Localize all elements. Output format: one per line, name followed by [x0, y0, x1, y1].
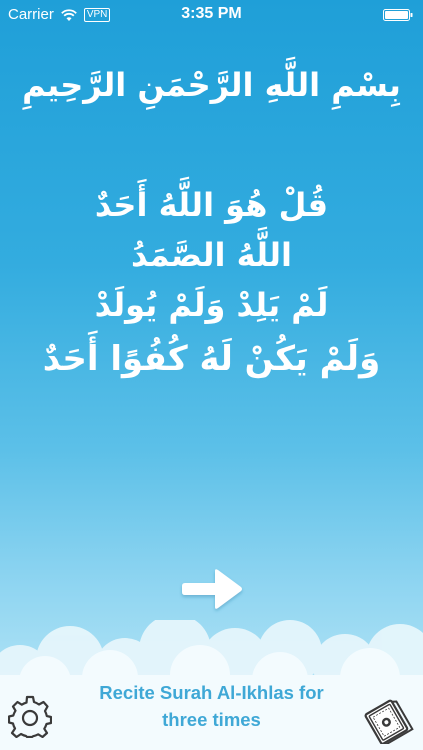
instruction-line-2: three times	[162, 709, 261, 730]
surah-text: قُلْ هُوَ اللَّهُ أَحَدٌ اللَّهُ الصَّمَ…	[0, 180, 423, 384]
status-bar: Carrier VPN 3:35 PM	[0, 0, 423, 30]
quran-button[interactable]	[362, 694, 414, 746]
arrow-right-icon	[182, 569, 242, 609]
ayah-2: اللَّهُ الصَّمَدُ	[130, 236, 293, 274]
ayah-4: وَلَمْ يَكُنْ لَهُ كُفُوًا أَحَدٌ	[42, 339, 381, 379]
book-icon	[364, 699, 414, 746]
instruction-text: Recite Surah Al-Ikhlas for three times	[70, 679, 353, 733]
ayah-3: لَمْ يَلِدْ وَلَمْ يُولَدْ	[94, 286, 329, 324]
gear-icon	[7, 695, 53, 739]
ayah-1: قُلْ هُوَ اللَّهُ أَحَدٌ	[94, 186, 329, 224]
instruction-line-1: Recite Surah Al-Ikhlas for	[99, 682, 324, 703]
settings-button[interactable]	[7, 694, 53, 739]
bismillah-heading: بِسْمِ اللَّهِ الرَّحْمَنِ الرَّحِيمِ	[22, 66, 401, 104]
battery-icon	[383, 9, 413, 21]
next-button[interactable]	[179, 563, 247, 615]
clock: 3:35 PM	[181, 5, 242, 22]
